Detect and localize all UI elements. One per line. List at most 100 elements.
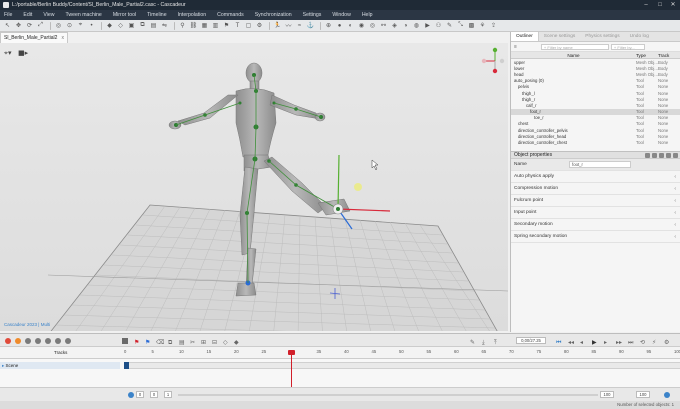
next-key-icon[interactable]: ▸▸ [616, 339, 622, 346]
filter-by-name-input[interactable]: + Filter by name [540, 43, 609, 50]
marker-icon[interactable]: ⚑ [145, 339, 150, 346]
property-section[interactable]: Compression motion ‹ [511, 183, 680, 195]
range-step-field[interactable]: 1 [164, 391, 172, 398]
sphere-icon[interactable]: ◍ [412, 22, 421, 30]
outliner-row[interactable]: chest Tool None [511, 121, 680, 127]
outliner-row[interactable]: lower Mesh Obj... Body [511, 65, 680, 71]
auto-key-icon[interactable] [15, 338, 21, 344]
col-track[interactable]: Track [658, 53, 678, 58]
expand-tl-icon[interactable]: ⤒ [494, 339, 497, 346]
interval-tl-icon[interactable]: ◆ [234, 339, 239, 346]
collapse-icon[interactable]: ⤓ [482, 339, 485, 346]
copy-key-icon[interactable]: ⧉ [168, 339, 173, 346]
layers-icon[interactable]: ◐ [346, 22, 355, 30]
tab-outliner[interactable]: Outliner [511, 32, 539, 41]
move-tool-icon[interactable]: ✥ [14, 22, 23, 30]
range-end-field[interactable]: 100 [600, 391, 614, 398]
menu-edit[interactable]: Edit [23, 12, 32, 18]
pivot-icon[interactable]: ⊙ [65, 22, 74, 30]
local-space-icon[interactable]: ◎ [54, 22, 63, 30]
chevron-left-icon[interactable]: ‹ [674, 174, 676, 180]
target-icon[interactable]: ⊕ [324, 22, 333, 30]
menu-settings[interactable]: Settings [303, 12, 322, 18]
cut-key-icon[interactable]: ✂ [190, 339, 195, 346]
track-lane[interactable] [129, 362, 680, 369]
text-icon[interactable]: T [233, 22, 242, 30]
physics-icon[interactable]: ◉ [357, 22, 366, 30]
property-section[interactable]: Fulcrum point ‹ [511, 195, 680, 207]
menu-mirror-tool[interactable]: Mirror tool [113, 12, 136, 18]
point-icon[interactable]: • [87, 22, 96, 30]
outliner-row[interactable]: foot_r Tool None [511, 108, 680, 115]
timeline-ruler[interactable]: Tracks 051015202530354045505560657075808… [0, 347, 680, 359]
outliner-row[interactable]: toe_r Tool None [511, 115, 680, 121]
mesh-icon[interactable]: ◈ [390, 22, 399, 30]
first-frame-icon[interactable]: ⏮ [556, 339, 562, 346]
outliner-row[interactable]: thigh_r Tool None [511, 96, 680, 102]
property-section[interactable]: Input point ‹ [511, 207, 680, 219]
prev-frame-icon[interactable]: ◂ [580, 339, 583, 346]
frame-time-field[interactable]: 0,00/27.25 [516, 337, 546, 344]
mirror-icon[interactable]: ⇋ [160, 22, 169, 30]
range-max-field[interactable]: 100 [636, 391, 650, 398]
prev-key-icon[interactable]: ◂◂ [568, 339, 574, 346]
ik-icon[interactable]: ⚇ [434, 22, 443, 30]
select-tool-icon[interactable]: ↖ [3, 22, 12, 30]
chevron-left-icon[interactable]: ‹ [674, 186, 676, 192]
range-start-field[interactable]: 0 [136, 391, 144, 398]
camera-key-icon[interactable] [122, 338, 128, 344]
outliner-row[interactable]: thigh_l Tool None [511, 90, 680, 96]
props-pin-icon[interactable] [659, 152, 664, 158]
name-field[interactable]: foot_r [569, 161, 631, 168]
menu-help[interactable]: Help [362, 12, 373, 18]
chevron-left-icon[interactable]: ‹ [674, 234, 676, 240]
expand-icon[interactable]: ⤡ [456, 22, 465, 30]
document-tab[interactable]: Sl_Berlin_Male_Partial2 x [0, 32, 68, 43]
run-icon[interactable]: 🏃 [273, 22, 282, 30]
props-grid-icon[interactable] [652, 152, 657, 158]
menu-commands[interactable]: Commands [217, 12, 244, 18]
paste-key-icon[interactable]: ▤ [179, 339, 185, 346]
rotate-tool-icon[interactable]: ⟳ [25, 22, 34, 30]
outliner-row[interactable]: upper Mesh Obj... Body [511, 59, 680, 65]
anchor-icon[interactable]: ⚓ [306, 22, 315, 30]
speed-icon[interactable]: ⚡ [652, 339, 656, 346]
scene-icon[interactable]: ▩ [467, 22, 476, 30]
next-frame-icon[interactable]: ▸ [604, 339, 607, 346]
property-section[interactable]: Auto physics apply ‹ [511, 171, 680, 183]
trajectory-icon[interactable]: 〰 [284, 22, 293, 30]
outliner-row[interactable]: direction_controller_head Tool None [511, 133, 680, 139]
chevron-left-icon[interactable]: ‹ [674, 210, 676, 216]
menu-timeline[interactable]: Timeline [147, 12, 166, 18]
keys-icon[interactable]: ◇ [223, 339, 228, 346]
props-list-icon[interactable] [645, 152, 650, 158]
property-section[interactable]: Secondary motion ‹ [511, 219, 680, 231]
track-row[interactable]: ▸ Scene [0, 362, 120, 369]
scale-tool-icon[interactable]: ⤢ [36, 22, 45, 30]
property-section[interactable]: Spring secondary motion ‹ [511, 231, 680, 243]
record-icon[interactable]: ● [335, 22, 344, 30]
outliner-row[interactable]: direction_controller_chest Tool None [511, 139, 680, 145]
chevron-left-icon[interactable]: ‹ [674, 198, 676, 204]
minimize-button[interactable]: – [640, 0, 652, 10]
interp-icon[interactable] [25, 338, 31, 344]
export-icon[interactable]: ⇪ [489, 22, 498, 30]
menu-file[interactable]: File [4, 12, 12, 18]
props-menu-icon[interactable] [673, 152, 678, 158]
settings-icon[interactable]: ⚙ [255, 22, 264, 30]
menu-window[interactable]: Window [332, 12, 350, 18]
paste-pose-icon[interactable]: ▤ [149, 22, 158, 30]
filter-by-type-input[interactable]: + Filter by... [610, 43, 645, 50]
keyframe-icon[interactable]: ◆ [105, 22, 114, 30]
rig-icon[interactable]: ⚘ [478, 22, 487, 30]
props-filter-icon[interactable] [666, 152, 671, 158]
tab-undo-log[interactable]: Undo log [625, 32, 654, 41]
chevron-left-icon[interactable]: ‹ [674, 222, 676, 228]
frame-icon[interactable]: ▢ [244, 22, 253, 30]
range-start-icon[interactable] [128, 392, 134, 398]
interval-icon[interactable]: ◇ [116, 22, 125, 30]
video-icon[interactable]: ▶ [423, 22, 432, 30]
range-end-icon[interactable] [664, 392, 670, 398]
bones-icon[interactable]: ⚯ [379, 22, 388, 30]
menu-tween-machine[interactable]: Tween machine [65, 12, 101, 18]
